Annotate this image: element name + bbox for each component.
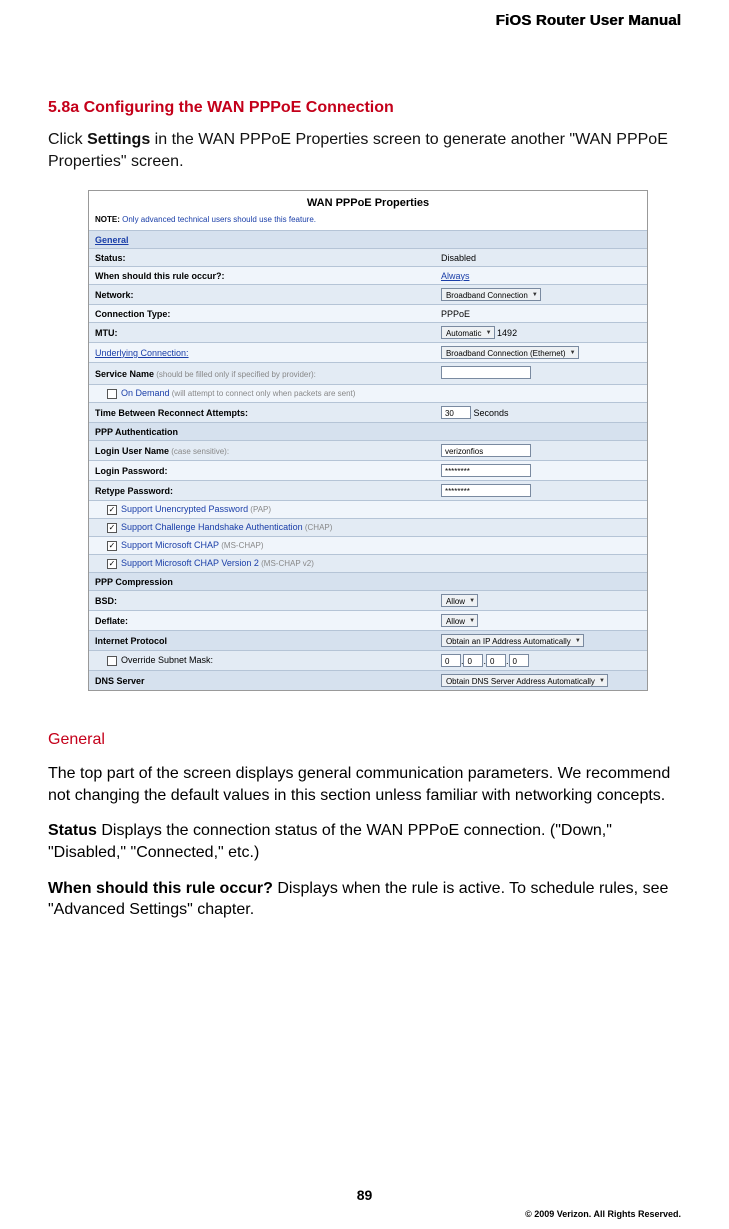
intro-bold: Settings <box>87 131 150 148</box>
page-number: 89 <box>0 1187 729 1203</box>
underlying-select[interactable]: Broadband Connection (Ethernet) <box>441 346 579 359</box>
screenshot-note: NOTE: Only advanced technical users shou… <box>89 213 647 230</box>
osm-oct1[interactable]: 0 <box>441 654 461 667</box>
status-para: Status Displays the connection status of… <box>48 820 681 863</box>
osm-checkbox[interactable] <box>107 656 117 666</box>
pap-checkbox[interactable]: ✓ <box>107 505 117 515</box>
status-label: Status: <box>89 249 435 267</box>
mschap-checkbox[interactable]: ✓ <box>107 541 117 551</box>
mtu-num: 1492 <box>497 328 517 338</box>
rule-label: When should this rule occur?: <box>89 267 435 285</box>
rpw-label: Retype Password: <box>89 481 435 501</box>
status-value: Disabled <box>435 249 647 267</box>
pw-label: Login Password: <box>89 461 435 481</box>
screenshot-container: WAN PPPoE Properties NOTE: Only advanced… <box>88 190 648 691</box>
page-header-title: FiOS Router User Manual <box>48 12 681 29</box>
rule-bold: When should this rule occur? <box>48 880 273 897</box>
login-hint: (case sensitive): <box>169 447 229 456</box>
rpw-input[interactable]: ******** <box>441 484 531 497</box>
status-bold: Status <box>48 822 97 839</box>
reconnect-unit: Seconds <box>473 408 508 418</box>
svcname-input[interactable] <box>441 366 531 379</box>
osm-oct2[interactable]: 0 <box>463 654 483 667</box>
copyright: © 2009 Verizon. All Rights Reserved. <box>525 1209 681 1219</box>
bsd-label: BSD: <box>89 591 435 611</box>
general-subheading: General <box>48 731 681 749</box>
properties-table: General Status:Disabled When should this… <box>89 230 647 690</box>
section-heading: 5.8a Configuring the WAN PPPoE Connectio… <box>48 99 681 117</box>
osm-oct4[interactable]: 0 <box>509 654 529 667</box>
intro-pre: Click <box>48 131 87 148</box>
ip-header: Internet Protocol <box>89 631 435 651</box>
dns-header: DNS Server <box>89 671 435 691</box>
dns-select[interactable]: Obtain DNS Server Address Automatically <box>441 674 608 687</box>
ondemand-label: On Demand <box>121 388 170 398</box>
wan-pppoe-screenshot: WAN PPPoE Properties NOTE: Only advanced… <box>88 190 648 691</box>
login-input[interactable]: verizonfios <box>441 444 531 457</box>
ctype-label: Connection Type: <box>89 305 435 323</box>
svcname-label: Service Name <box>95 369 154 379</box>
pppcomp-header: PPP Compression <box>89 573 647 591</box>
rule-para: When should this rule occur? Displays wh… <box>48 878 681 921</box>
pap-hint: (PAP) <box>248 505 271 514</box>
ondemand-checkbox[interactable] <box>107 389 117 399</box>
pw-input[interactable]: ******** <box>441 464 531 477</box>
mschap-hint: (MS-CHAP) <box>219 541 263 550</box>
rule-value-link[interactable]: Always <box>441 271 470 281</box>
reconnect-input[interactable]: 30 <box>441 406 471 419</box>
chap-label: Support Challenge Handshake Authenticati… <box>121 522 303 532</box>
pppauth-header: PPP Authentication <box>89 423 647 441</box>
ondemand-hint: (will attempt to connect only when packe… <box>170 389 356 398</box>
mschap2-checkbox[interactable]: ✓ <box>107 559 117 569</box>
ip-select[interactable]: Obtain an IP Address Automatically <box>441 634 584 647</box>
svcname-hint: (should be filled only if specified by p… <box>154 370 316 379</box>
chap-hint: (CHAP) <box>303 523 333 532</box>
mtu-select[interactable]: Automatic <box>441 326 495 339</box>
osm-oct3[interactable]: 0 <box>486 654 506 667</box>
note-text: Only advanced technical users should use… <box>120 215 316 224</box>
mschap-label: Support Microsoft CHAP <box>121 540 219 550</box>
network-label: Network: <box>89 285 435 305</box>
deflate-label: Deflate: <box>89 611 435 631</box>
mschap2-label: Support Microsoft CHAP Version 2 <box>121 558 259 568</box>
bsd-select[interactable]: Allow <box>441 594 478 607</box>
general-header[interactable]: General <box>95 235 129 245</box>
mschap2-hint: (MS-CHAP v2) <box>259 559 314 568</box>
network-select[interactable]: Broadband Connection <box>441 288 541 301</box>
osm-label: Override Subnet Mask: <box>121 655 213 665</box>
ctype-value: PPPoE <box>435 305 647 323</box>
note-label: NOTE: <box>95 215 120 224</box>
deflate-select[interactable]: Allow <box>441 614 478 627</box>
screenshot-title: WAN PPPoE Properties <box>89 191 647 213</box>
status-text: Displays the connection status of the WA… <box>48 822 612 861</box>
pap-label: Support Unencrypted Password <box>121 504 248 514</box>
underlying-label[interactable]: Underlying Connection: <box>95 348 189 358</box>
general-para: The top part of the screen displays gene… <box>48 763 681 806</box>
section-intro: Click Settings in the WAN PPPoE Properti… <box>48 129 681 172</box>
reconnect-label: Time Between Reconnect Attempts: <box>89 403 435 423</box>
login-label: Login User Name <box>95 446 169 456</box>
chap-checkbox[interactable]: ✓ <box>107 523 117 533</box>
mtu-label: MTU: <box>89 323 435 343</box>
